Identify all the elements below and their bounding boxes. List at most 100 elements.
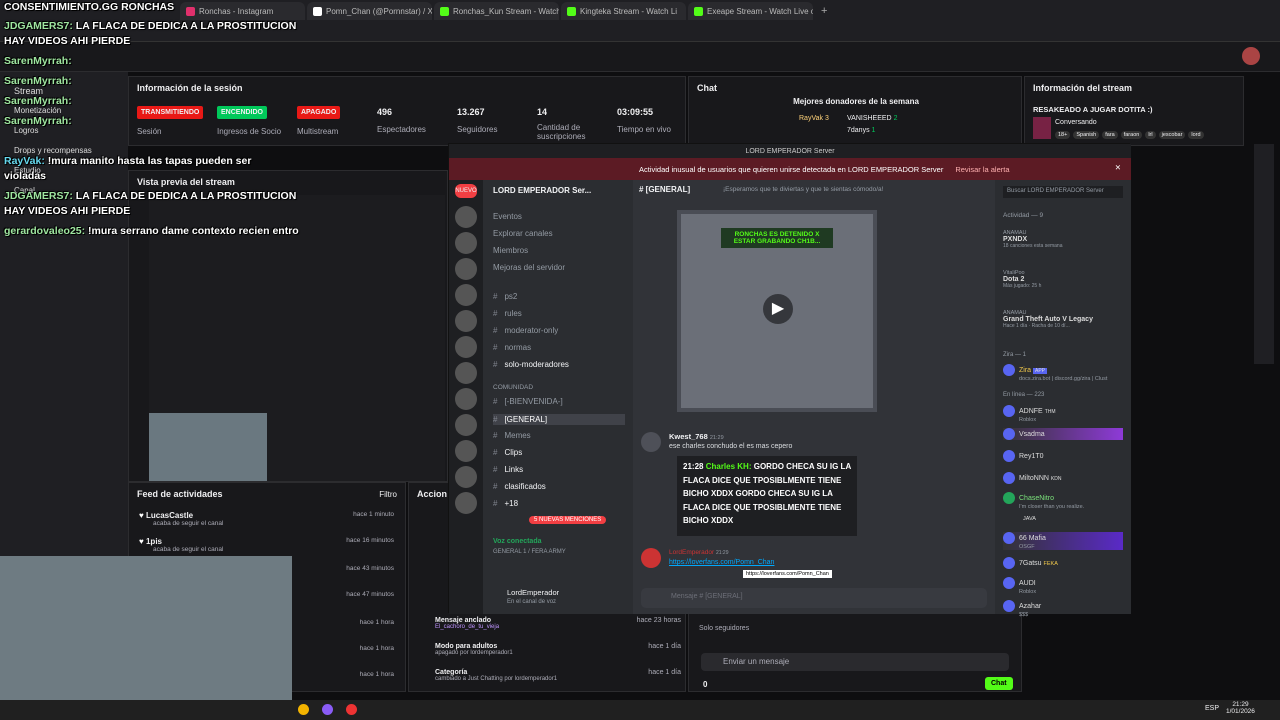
browser-tab[interactable]: Exeape Stream - Watch Live o xyxy=(688,2,813,20)
member-item[interactable]: Vsadma xyxy=(1003,428,1123,440)
avatar[interactable] xyxy=(641,432,661,452)
discord-title-bar: LORD EMPERADOR Server xyxy=(449,144,1131,158)
nav-members[interactable]: Miembros xyxy=(493,246,528,255)
nav-browse-channels[interactable]: Explorar canales xyxy=(493,229,553,238)
member-item[interactable]: ChaseNitro I'm closer than you realize. xyxy=(1003,492,1084,510)
stream-title: RESAKEADO A JUGAR DOTITA :) xyxy=(1033,105,1153,114)
close-icon[interactable]: ✕ xyxy=(1115,163,1121,172)
server-icon[interactable] xyxy=(455,388,477,410)
channel-points[interactable]: 0 xyxy=(703,680,707,689)
voice-channel[interactable]: GENERAL 1 / FERA ARMY xyxy=(493,549,566,555)
review-alert-link[interactable]: Revisar la alerta xyxy=(955,165,1009,174)
channel-item[interactable]: # normas xyxy=(493,343,531,352)
message-composer[interactable]: Mensaje # [GENERAL] xyxy=(641,588,987,608)
channel-item[interactable]: # ps2 xyxy=(493,292,517,301)
channel-item[interactable]: # rules xyxy=(493,309,522,318)
tag[interactable]: 18+ xyxy=(1055,131,1071,139)
server-icon[interactable] xyxy=(455,466,477,488)
member-item[interactable]: 66 Mafia OSGF xyxy=(1003,532,1123,550)
activity-card[interactable]: VitaliPoo Dota 2 Más jugado: 25 h xyxy=(1003,270,1041,289)
nav-events[interactable]: Eventos xyxy=(493,212,522,221)
tag[interactable]: Spanish xyxy=(1073,131,1100,139)
server-icon[interactable] xyxy=(455,310,477,332)
message-author[interactable]: Kwest_768 21:29 xyxy=(669,432,724,441)
x-icon xyxy=(313,6,322,16)
video-embed[interactable]: RONCHAS ES DETENIDO X ESTAR GRABANDO CH1… xyxy=(677,210,877,412)
quoted-message: 21:28 Charles KH: GORDO CHECA SU IG LA F… xyxy=(677,456,857,536)
webcam-overlay xyxy=(0,556,292,720)
channel-item[interactable]: # clasificados xyxy=(493,482,546,491)
nav-server-boosts[interactable]: Mejoras del servidor xyxy=(493,263,565,272)
channel-header: # [GENERAL] xyxy=(639,185,691,194)
browser-tab[interactable]: Kingteka Stream - Watch Li xyxy=(561,2,686,20)
channel-topic: ¡Esperamos que te diviertas y que te sie… xyxy=(723,186,884,193)
sidebar-item-achievements[interactable]: Logros xyxy=(14,126,38,135)
member-item[interactable]: JAVA xyxy=(1023,516,1036,522)
activity-card[interactable]: ANAMAU Grand Theft Auto V Legacy Hace 1 dí… xyxy=(1003,310,1093,329)
member-item[interactable]: ADNFE THM Roblox xyxy=(1003,405,1056,423)
tag[interactable]: faraon xyxy=(1120,131,1143,139)
current-user-status: En el canal de voz xyxy=(507,599,557,605)
channel-item[interactable]: # Clips xyxy=(493,448,522,457)
server-icon[interactable] xyxy=(455,206,477,228)
server-icon[interactable] xyxy=(455,440,477,462)
app-icon[interactable] xyxy=(322,704,333,715)
tag[interactable]: fara xyxy=(1102,131,1118,139)
server-name[interactable]: LORD EMPERADOR Ser... xyxy=(493,186,591,195)
heart-icon: ♥ xyxy=(139,511,144,520)
member-item[interactable]: Rey1T0 xyxy=(1003,450,1044,462)
kick-icon xyxy=(567,6,576,16)
preview-video[interactable] xyxy=(149,195,445,481)
tag[interactable]: jescobar xyxy=(1158,131,1186,139)
overlay-chat-line: SarenMyrrah: xyxy=(4,75,72,87)
clock[interactable]: 21:29 1/01/2026 xyxy=(1226,701,1255,715)
new-tab-button[interactable]: + xyxy=(821,5,827,17)
server-icon[interactable] xyxy=(455,258,477,280)
server-icon[interactable] xyxy=(455,362,477,384)
new-mentions-pill[interactable]: 5 NUEVAS MENCIONES xyxy=(529,516,607,524)
server-icon[interactable] xyxy=(455,336,477,358)
app-icon[interactable] xyxy=(346,704,357,715)
avatar[interactable] xyxy=(641,548,661,568)
server-icon[interactable] xyxy=(455,492,477,514)
browser-tab[interactable]: Ronchas_Kun Stream - Watch L xyxy=(434,2,559,20)
activity-card[interactable]: ANAMAU PXNDX 18 canciones esta semana xyxy=(1003,230,1062,249)
chat-input[interactable]: Enviar un mensaje xyxy=(701,653,1009,671)
play-icon[interactable]: ▶ xyxy=(763,294,793,324)
channel-item[interactable]: # moderator-only xyxy=(493,326,558,335)
member-item[interactable]: AUDI Roblox xyxy=(1003,577,1036,595)
member-item[interactable]: Azahar $$$ xyxy=(1003,600,1041,618)
server-icon[interactable] xyxy=(455,232,477,254)
tag[interactable]: lord xyxy=(1188,131,1204,139)
member-item[interactable]: 7Gatsu FEKA xyxy=(1003,557,1058,569)
channel-item[interactable]: # +18 xyxy=(493,499,518,508)
member-list: Buscar LORD EMPERADOR Server Actividad —… xyxy=(995,180,1131,618)
browser-tab[interactable]: Ronchas - Instagram xyxy=(180,2,305,20)
member-item[interactable]: Zira APP docs.zira.bot | discord.gg/zira … xyxy=(1003,364,1107,382)
channel-category[interactable]: COMUNIDAD xyxy=(493,384,533,391)
search-input[interactable]: Buscar LORD EMPERADOR Server xyxy=(1003,186,1123,198)
chrome-icon[interactable] xyxy=(298,704,309,715)
channel-item[interactable]: # [-BIENVENIDA-] xyxy=(493,397,563,406)
channel-item[interactable]: # [GENERAL] xyxy=(493,414,625,425)
sidebar-item-drops[interactable]: Drops y recompensas xyxy=(14,146,92,155)
chat-send-button[interactable]: Chat xyxy=(985,677,1013,690)
member-item[interactable]: MiltoNNN KDN xyxy=(1003,472,1061,484)
server-icon[interactable]: NUEVO xyxy=(455,184,477,198)
current-user-name[interactable]: LordEmperador xyxy=(507,588,559,597)
language-indicator[interactable]: ESP xyxy=(1205,705,1219,712)
sidebar-item-monetization[interactable]: Monetización xyxy=(14,106,61,115)
message-link[interactable]: https://loverfans.com/Pomn_Chan xyxy=(669,559,774,566)
avatar[interactable] xyxy=(1242,47,1260,65)
action-item: Categoría cambiado a Just Chatting por lo… xyxy=(435,669,681,682)
stream-category[interactable]: Conversando xyxy=(1055,119,1097,126)
tag[interactable]: lrl xyxy=(1145,131,1156,139)
channel-item[interactable]: # Links xyxy=(493,465,523,474)
message-author[interactable]: LordEmperador 21:29 xyxy=(669,549,729,556)
channel-item[interactable]: # Memes xyxy=(493,431,531,440)
filter-button[interactable]: Filtro xyxy=(379,490,397,499)
channel-item[interactable]: # solo-moderadores xyxy=(493,360,569,369)
browser-tab[interactable]: Pomn_Chan (@Pornnstar) / X xyxy=(307,2,432,20)
server-icon[interactable] xyxy=(455,414,477,436)
server-icon[interactable] xyxy=(455,284,477,306)
